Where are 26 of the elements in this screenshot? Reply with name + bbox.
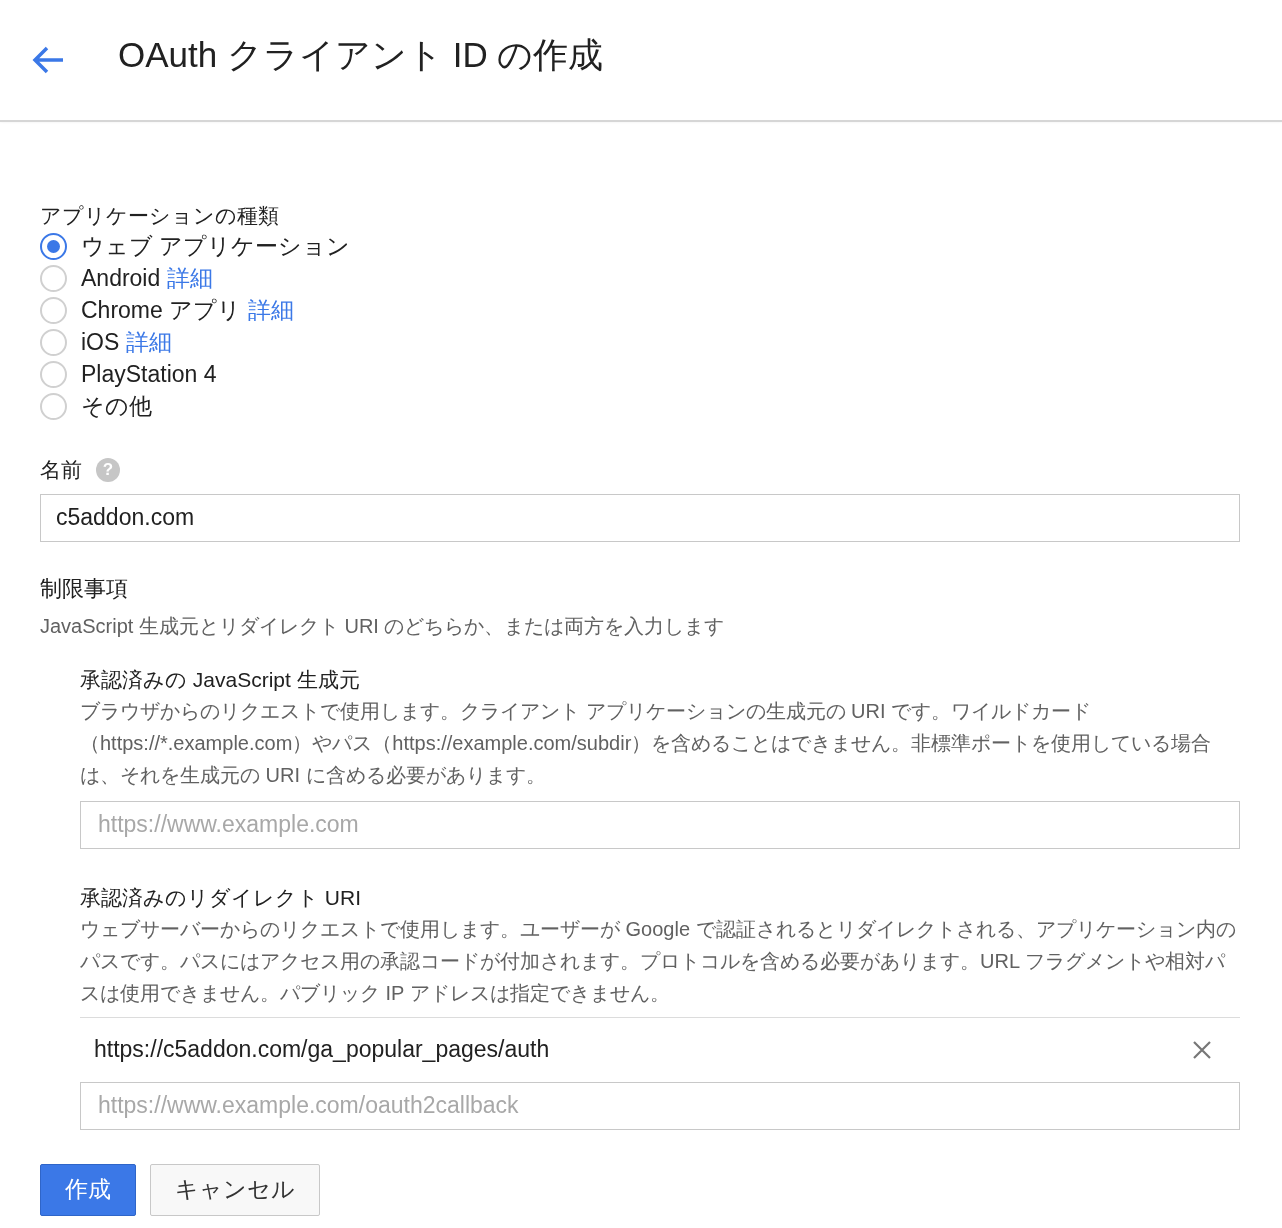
radio-label: Android (81, 263, 161, 293)
cancel-button[interactable]: キャンセル (150, 1163, 320, 1216)
details-link[interactable]: 詳細 (167, 260, 214, 296)
details-link[interactable]: 詳細 (248, 292, 295, 328)
uri-field[interactable]: https://www.example.com/oauth2callback (80, 1081, 1240, 1130)
uri-field[interactable]: https://www.example.com (80, 800, 1240, 849)
radio-label: PlayStation 4 (81, 359, 217, 389)
radio-label: ウェブ アプリケーション (81, 231, 351, 261)
page-title: OAuth クライアント ID の作成 (118, 33, 604, 76)
field-label: アプリケーションの種類 (40, 203, 280, 229)
uri-entry: https://c5addon.com/ga_popular_pages/auth (94, 1035, 550, 1065)
name-field[interactable]: c5addon.com (40, 493, 1240, 542)
section-title: 制限事項 (40, 574, 129, 603)
subsection-description: ウェブサーバーからのリクエストで使用します。ユーザーが Google で認証されるとリダイレクトされる、アプリケーション内のパスです。パスにはアクセス用の承認コードが付加されます。プロトコルを含める必要があります。URL フラグメントや相対パスは使用できません。パブリック IP アドレスは指定できません。 (80, 916, 1237, 1006)
details-link[interactable]: 詳細 (126, 324, 173, 360)
radio-button[interactable] (40, 232, 67, 260)
subsection-description: ブラウザからのリクエストで使用します。クライアント アプリケーションの生成元の URI です。ワイルドカード（https://*.example.com）やパス（https://example.com/subdir）を含めることはできません。非標準ポートを使用している場合は、それを生成元の URI に含める必要があります。 (80, 698, 1213, 788)
section-description: JavaScript 生成元とリダイレクト URI のどちらか、または両方を入力します (40, 613, 726, 639)
subsection-title: 承認済みのリダイレクト URI (80, 884, 362, 911)
close-icon[interactable] (1192, 1039, 1212, 1060)
field-label: 名前 (40, 457, 82, 483)
radio-label: その他 (81, 391, 152, 421)
radio-label: Chrome アプリ (81, 295, 242, 325)
radio-label: iOS (81, 327, 120, 357)
create-button[interactable]: 作成 (40, 1163, 136, 1216)
subsection-title: 承認済みの JavaScript 生成元 (80, 666, 361, 693)
